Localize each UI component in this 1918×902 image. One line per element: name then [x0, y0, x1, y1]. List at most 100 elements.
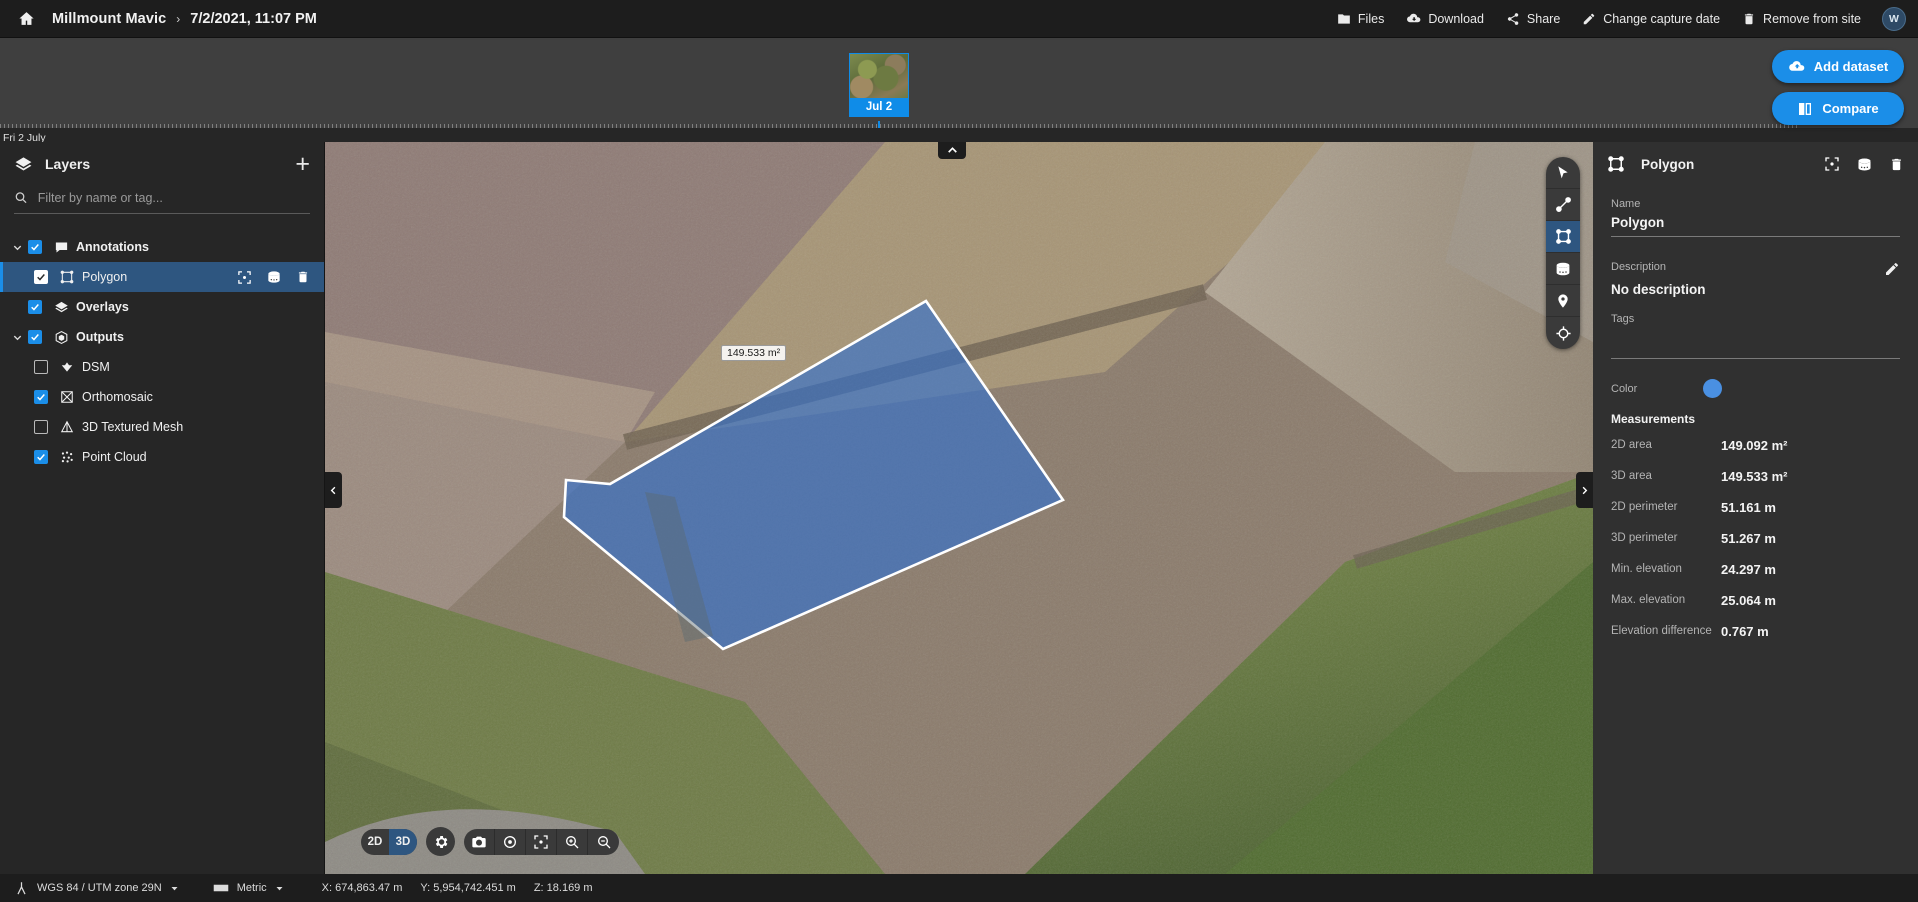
change-capture-date-label: Change capture date	[1603, 11, 1721, 26]
breadcrumb-project[interactable]: Millmount Mavic	[52, 11, 166, 27]
timeline-dataset-thumbnail[interactable]	[849, 53, 909, 99]
focus-icon[interactable]	[1824, 156, 1840, 172]
distance-line-tool[interactable]	[1546, 189, 1580, 221]
crs-icon	[17, 881, 26, 894]
units-selector[interactable]: Metric	[213, 880, 284, 896]
outputs-cube-icon	[48, 330, 74, 345]
settings-gear-button[interactable]	[426, 827, 455, 856]
layer-filter-input[interactable]	[37, 190, 310, 205]
layer-row-actions	[237, 269, 324, 285]
layer-checkbox-outputs[interactable]	[28, 330, 42, 344]
mesh-icon	[54, 420, 80, 434]
share-button[interactable]: Share	[1495, 6, 1571, 32]
details-panel-title: Polygon	[1641, 156, 1695, 172]
marker-pin-tool[interactable]	[1546, 285, 1580, 317]
layer-node-annotations[interactable]: Annotations	[0, 232, 324, 262]
files-button[interactable]: Files	[1326, 6, 1395, 32]
view-mode-2d[interactable]: 2D	[361, 829, 389, 855]
measurement-row-3d-perimeter: 3D perimeter 51.267 m	[1611, 531, 1900, 546]
tags-underline	[1611, 358, 1900, 359]
home-icon[interactable]	[0, 0, 52, 38]
volume-icon[interactable]	[1856, 156, 1873, 173]
layer-node-overlays[interactable]: Overlays	[0, 292, 324, 322]
zoom-in-button[interactable]	[557, 828, 588, 855]
layer-checkbox-annotations[interactable]	[28, 240, 42, 254]
pencil-icon	[1886, 263, 1898, 275]
measurements-title: Measurements	[1611, 412, 1696, 426]
change-capture-date-button[interactable]: Change capture date	[1571, 6, 1731, 32]
layer-filter-row[interactable]	[14, 190, 310, 214]
description-field-block: Description No description	[1611, 261, 1900, 297]
caret-down-icon	[276, 886, 283, 890]
layer-node-dsm[interactable]: DSM	[0, 352, 324, 382]
polygon-area-tool[interactable]	[1546, 221, 1580, 253]
timeline-dataset-item[interactable]: Jul 2	[849, 53, 909, 147]
chevron-down-icon[interactable]	[6, 242, 28, 253]
measurement-row-2d-perimeter: 2D perimeter 51.161 m	[1611, 500, 1900, 515]
layer-checkbox-orthomosaic[interactable]	[34, 390, 48, 404]
layer-checkbox-point-cloud[interactable]	[34, 450, 48, 464]
measurement-value: 0.767 m	[1721, 624, 1769, 639]
remove-from-site-button[interactable]: Remove from site	[1731, 6, 1872, 32]
volume-stockpile-tool[interactable]	[1546, 253, 1580, 285]
focus-icon	[534, 834, 548, 849]
color-swatch[interactable]	[1703, 379, 1723, 398]
capture-timeline[interactable]: Jul 2 Fri 2 July	[0, 38, 1918, 147]
layer-node-polygon[interactable]: Polygon	[0, 262, 324, 292]
coord-z: Z: 18.169 m	[533, 882, 593, 894]
add-dataset-button[interactable]: Add dataset	[1772, 50, 1904, 83]
top-header-bar: Millmount Mavic › 7/2/2021, 11:07 PM Fil…	[0, 0, 1918, 38]
measurement-key: 2D area	[1611, 439, 1652, 451]
units-label: Metric	[236, 882, 267, 894]
timeline-dataset-label: Jul 2	[849, 99, 909, 117]
layer-checkbox-overlays[interactable]	[28, 300, 42, 314]
download-button[interactable]: Download	[1395, 5, 1495, 32]
collapse-left-panel-button[interactable]	[325, 472, 342, 508]
cursor-coordinates: X: 674,863.47 m Y: 5,954,742.451 m Z: 18…	[322, 882, 593, 894]
add-layer-button[interactable]: +	[295, 151, 310, 177]
cloud-upload-icon	[1788, 61, 1805, 71]
camera-snapshot-button[interactable]	[464, 828, 495, 855]
measurements-list: 2D area 149.092 m² 3D area 149.533 m² 2D…	[1611, 438, 1900, 639]
annotation-details-panel: Polygon Name Polygon Description No desc…	[1593, 142, 1918, 874]
trash-icon	[1744, 13, 1754, 24]
layer-node-3d-textured-mesh[interactable]: 3D Textured Mesh	[0, 412, 324, 442]
layer-node-point-cloud[interactable]: Point Cloud	[0, 442, 324, 472]
layer-node-orthomosaic[interactable]: Orthomosaic	[0, 382, 324, 412]
layer-checkbox-polygon[interactable]	[34, 270, 48, 284]
target-center-button[interactable]	[495, 828, 526, 855]
chevron-up-icon	[947, 147, 957, 153]
aerial-orthomosaic-image[interactable]	[325, 142, 1593, 874]
collapse-right-panel-button[interactable]	[1576, 472, 1593, 508]
name-field-block: Name Polygon	[1611, 198, 1900, 237]
layer-checkbox-dsm[interactable]	[34, 360, 48, 374]
breadcrumb-capture-date[interactable]: 7/2/2021, 11:07 PM	[190, 11, 317, 27]
chevron-down-icon[interactable]	[6, 332, 28, 343]
select-cursor-tool[interactable]	[1546, 157, 1580, 189]
view-mode-toggle: 2D 3D	[361, 828, 417, 855]
zoom-out-button[interactable]	[588, 829, 619, 855]
crs-selector[interactable]: WGS 84 / UTM zone 29N	[14, 881, 179, 896]
edit-description-button[interactable]	[1884, 261, 1900, 277]
fit-view-button[interactable]	[526, 828, 557, 855]
layer-node-outputs[interactable]: Outputs	[0, 322, 324, 352]
description-value: No description	[1611, 282, 1706, 297]
name-value[interactable]: Polygon	[1611, 215, 1900, 230]
map-viewport[interactable]: 149.533 m² 2D 3D	[325, 142, 1593, 874]
compare-button[interactable]: Compare	[1772, 92, 1904, 125]
trash-icon[interactable]	[296, 270, 310, 284]
avatar[interactable]: W	[1882, 6, 1906, 31]
measurement-row-min-elevation: Min. elevation 24.297 m	[1611, 562, 1900, 577]
color-label: Color	[1611, 382, 1638, 395]
layer-checkbox-3d-textured-mesh[interactable]	[34, 420, 48, 434]
drone-mapping-app: Millmount Mavic › 7/2/2021, 11:07 PM Fil…	[0, 0, 1918, 902]
layer-label-overlays: Overlays	[76, 300, 129, 314]
collapse-timeline-button[interactable]	[938, 142, 966, 159]
status-bar: WGS 84 / UTM zone 29N Metric X: 674,863.…	[0, 874, 1918, 902]
tags-value[interactable]	[1611, 330, 1900, 352]
layers-tree: Annotations Polygon Overlays Outputs DSM…	[0, 232, 324, 472]
trash-icon[interactable]	[1889, 157, 1904, 172]
view-mode-3d[interactable]: 3D	[389, 828, 417, 855]
volume-icon[interactable]	[266, 269, 282, 285]
focus-icon[interactable]	[237, 270, 252, 285]
